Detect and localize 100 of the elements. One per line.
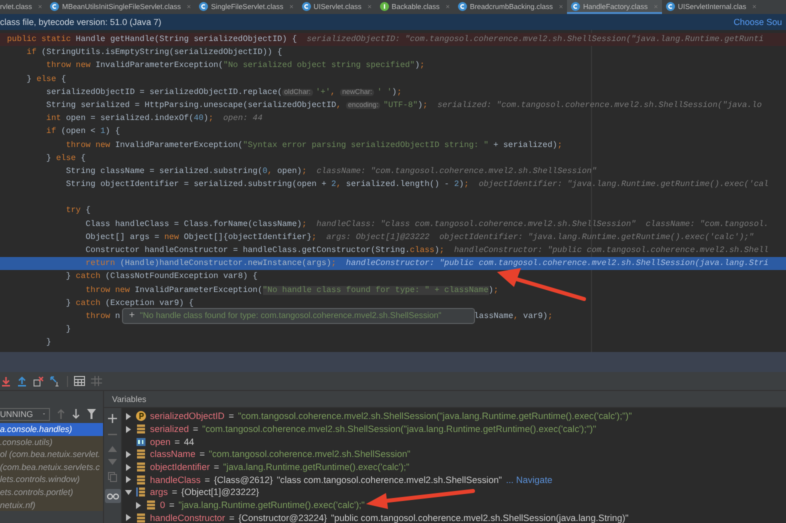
stack-frame[interactable]: ets.controls.portlet)	[0, 486, 103, 499]
inline-value-hint: className: "com.tangosol.coherence.mvel2.sh.ShellSession"	[316, 166, 597, 178]
equals-sign: =	[229, 512, 234, 523]
step-into-icon[interactable]	[1, 376, 11, 386]
stack-frame[interactable]: netuix.nf)	[0, 498, 103, 512]
stack-frame[interactable]: .console.utils)	[0, 436, 103, 448]
code-line: }	[45, 337, 52, 350]
variable-name: serialized	[150, 424, 189, 434]
inline-value-hint: open: 44	[223, 113, 263, 126]
code-line: throw new InvalidParameterException("No handle class found for type: " + className);	[84, 284, 498, 297]
watches-toggle[interactable]	[104, 489, 120, 503]
equals-sign: =	[174, 436, 180, 447]
inline-value-hint: serialized: "com.tangosol.coherence.mvel2.sh.ShellSession("java.lo	[437, 100, 762, 112]
code-line: try {	[64, 205, 91, 218]
variable-name: open	[150, 436, 170, 447]
inline-value-hint: args: Object[1]@23222 objectIdentifier: "java.lang.Runtime.getRuntime().exec('calc');"	[326, 232, 754, 244]
code-line: if (StringUtils.isEmptyString(serializedObjectID)) {	[26, 47, 282, 60]
code-line: throw n	[84, 310, 120, 323]
code-line: Class handleClass = Class.forName(className);	[84, 218, 307, 231]
filter-icon[interactable]	[87, 409, 96, 419]
code-line: String objectIdentifier = serialized.substring(open + 2, serialized.length() - 2);	[64, 179, 469, 192]
variable-value: 44	[184, 436, 194, 447]
expand-arrow-icon[interactable]	[125, 426, 132, 433]
variable-icon	[136, 474, 146, 485]
drop-frame-icon[interactable]	[33, 376, 44, 386]
code-line: return (Handle)handleConstructor.newInstance(args);	[84, 258, 336, 270]
equals-sign: =	[228, 411, 234, 422]
class-file-icon	[666, 2, 675, 10]
code-line: if (open < 1) {	[45, 126, 120, 138]
variable-icon	[136, 462, 146, 472]
expand-arrow-icon[interactable]	[125, 514, 132, 522]
cursor-step-icon[interactable]	[50, 376, 61, 386]
panel-title: Variables	[112, 394, 146, 404]
code-line: throw new InvalidParameterException("No serialized object string specified");	[45, 60, 425, 72]
code-line: int open = serialized.indexOf(40);	[45, 113, 214, 126]
table-icon[interactable]	[74, 376, 85, 386]
variable-icon	[136, 512, 146, 523]
equals-sign: =	[204, 474, 210, 485]
variable-value: "com.tangosol.coherence.mvel2.sh.ShellSession("java.lang.Runtime.getRuntime().exec('calc');")"	[202, 424, 596, 434]
expand-icon[interactable]: +	[129, 309, 135, 323]
array-icon	[136, 487, 146, 498]
navigate-link[interactable]: ... Navigate	[506, 474, 552, 485]
interface-file-icon	[380, 2, 389, 10]
stack-frame[interactable]: lets.controls.window)	[0, 473, 103, 486]
variable-icon	[146, 500, 156, 510]
equals-sign: =	[214, 462, 220, 472]
glasses-icon	[106, 492, 118, 500]
expand-arrow-icon[interactable]	[125, 464, 132, 471]
variable-value: "java.lang.Runtime.getRuntime().exec('calc');"	[178, 500, 365, 510]
variable-name: objectIdentifier	[150, 462, 210, 472]
inline-value-hint: handleClass: "class com.tangosol.coherence.mvel2.sh.ShellSession" className: "com.tangosol.	[316, 218, 769, 231]
expand-arrow-icon[interactable]	[125, 476, 132, 484]
equals-sign: =	[169, 500, 174, 510]
object-reference: {Constructor@23224}	[238, 512, 327, 523]
code-line: throw new InvalidParameterException("Syntax error parsing serializedObjectID string: " + serialized);	[64, 140, 562, 152]
class-file-icon	[571, 2, 580, 10]
inline-value-hint: serializedObjectID: "com.tangosol.coherence.mvel2.sh.ShellSession("java.lang.Runtime.getRunti	[306, 34, 764, 46]
stack-frame[interactable]: a.console.handles)	[0, 423, 103, 436]
variable-value: "public com.tangosol.coherence.mvel2.sh.ShellSession(java.lang.String)"	[330, 512, 629, 523]
class-file-icon	[50, 2, 60, 10]
step-out-icon[interactable]	[17, 376, 27, 386]
expand-arrow-icon[interactable]	[125, 450, 132, 458]
class-file-icon	[302, 2, 311, 10]
variable-icon	[136, 424, 146, 434]
variable-name: serializedObjectID	[150, 411, 225, 422]
variable-icon	[136, 449, 146, 460]
arrow-down-icon[interactable]	[72, 409, 80, 419]
code-line: String className = serialized.substring(0, open);	[64, 166, 307, 178]
code-line: Object[] args = new Object[]{objectIdentifier};	[84, 232, 317, 244]
choose-sources-link[interactable]: Choose Sou	[734, 17, 782, 27]
variable-name: className	[150, 449, 196, 460]
expand-arrow-icon[interactable]	[135, 502, 142, 509]
tooltip-text: "No handle class found for type: com.tangosol.coherence.mvel2.sh.ShellSession"	[140, 309, 442, 322]
add-icon[interactable]	[108, 414, 117, 423]
inline-value-hint: handleConstructor: "public com.tangosol.coherence.mvel2.sh.ShellSession(java.lang.Stri	[346, 258, 769, 270]
equals-sign: =	[192, 424, 198, 434]
object-reference: {Object[1]@23222}	[181, 487, 260, 498]
collapse-arrow-icon[interactable]	[125, 488, 132, 496]
code-line: } else {	[45, 152, 86, 165]
inline-value-hint: handleConstructor: "public com.tangosol.coherence.mvel2.sh.Shell	[454, 245, 769, 257]
variable-name: handleConstructor	[150, 512, 226, 523]
parameter-icon	[136, 411, 146, 422]
code-line: Constructor handleConstructor = handleClass.getConstructor(String.class);	[84, 245, 444, 257]
object-reference: {Class@2612}	[214, 474, 273, 485]
variable-value: "java.lang.Runtime.getRuntime().exec('calc');"	[223, 462, 410, 472]
equals-sign: =	[172, 487, 178, 498]
expand-arrow-icon[interactable]	[125, 412, 132, 420]
variable-value: "class com.tangosol.coherence.mvel2.sh.ShellSession"	[276, 474, 502, 485]
stack-frame[interactable]: ol (com.bea.netuix.servlet.	[0, 448, 103, 461]
primitive-icon	[136, 436, 146, 447]
decompiled-notice: class file, bytecode version: 51.0 (Java 7)	[0, 17, 162, 27]
code-line: public static Handle getHandle(String serializedObjectID) {	[7, 34, 297, 46]
code-line: }	[64, 324, 71, 336]
code-line: } catch (ClassNotFoundException var8) {	[64, 271, 258, 284]
class-file-icon	[199, 2, 208, 10]
thread-dropdown[interactable]: UNNING	[0, 408, 50, 420]
code-line: lassName, var9);	[474, 310, 553, 323]
inline-value-hint: objectIdentifier: "java.lang.Runtime.getRuntime().exec('cal	[478, 179, 769, 192]
class-file-icon	[458, 2, 467, 10]
stack-frame[interactable]: (com.bea.netuix.servlets.c	[0, 460, 103, 474]
